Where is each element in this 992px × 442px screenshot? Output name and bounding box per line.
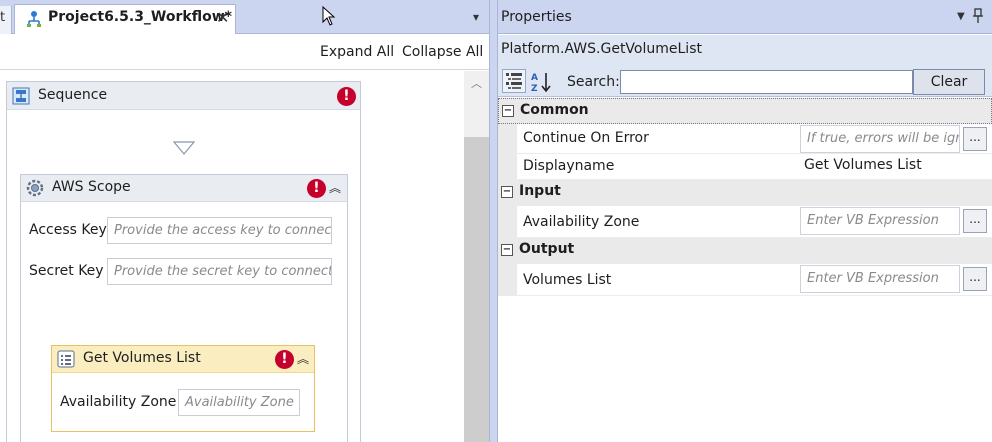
category-output[interactable]: − Output (498, 238, 992, 264)
access-key-label: Access Key (29, 222, 107, 238)
dropdown-icon[interactable]: ▼ (957, 11, 965, 22)
workflow-designer: t Project6.5.3_Workflow* ✕ ▾ Expand All … (0, 0, 489, 442)
drop-target-arrow-icon (173, 141, 195, 155)
panel-splitter[interactable] (489, 0, 498, 442)
get-volumes-list-header[interactable]: Get Volumes List ! ︽ (52, 346, 314, 373)
row-gutter (498, 154, 517, 180)
sequence-activity[interactable]: Sequence ! AWS Scope ! ︽ Access Key Prov… (6, 81, 361, 442)
scrollbar-thumb[interactable] (464, 137, 489, 442)
property-row-displayname[interactable]: Displayname Get Volumes List (498, 154, 992, 180)
collapse-icon[interactable]: ︽ (295, 352, 311, 368)
row-gutter (498, 124, 517, 154)
close-icon[interactable]: ✕ (216, 8, 229, 27)
category-input-label: Input (519, 183, 561, 199)
availability-zone-input[interactable]: Availability Zone (178, 389, 300, 416)
search-input[interactable] (620, 70, 913, 94)
error-icon[interactable]: ! (307, 179, 326, 198)
secret-key-label: Secret Key (29, 263, 104, 279)
aws-scope-header[interactable]: AWS Scope ! ︽ (21, 175, 347, 202)
availability-zone-label: Availability Zone (60, 394, 177, 410)
property-row-volumes-list[interactable]: Volumes List Enter VB Expression ... (498, 264, 992, 296)
gear-icon (26, 179, 44, 197)
svg-text:Z: Z (531, 84, 538, 94)
collapse-toggle-icon[interactable]: − (501, 186, 513, 198)
property-name: Continue On Error (523, 130, 649, 146)
search-label: Search: (567, 74, 620, 90)
alphabetical-sort-button[interactable]: A Z (529, 69, 553, 94)
sequence-title: Sequence (38, 87, 108, 103)
collapse-icon[interactable]: ︽ (327, 181, 343, 197)
category-common-label: Common (520, 102, 589, 118)
row-gutter (498, 264, 517, 296)
continue-on-error-input[interactable]: If true, errors will be ignored (800, 125, 960, 153)
scroll-up-icon[interactable]: ︿ (471, 75, 482, 91)
designer-vertical-scrollbar[interactable]: ︿ (464, 71, 489, 442)
error-icon[interactable]: ! (275, 350, 294, 369)
designer-toolbar: Expand All Collapse All (0, 35, 489, 70)
access-key-input[interactable]: Provide the access key to connect (107, 217, 332, 244)
category-common[interactable]: − Common (498, 98, 992, 124)
property-name: Availability Zone (523, 214, 640, 230)
category-input[interactable]: − Input (498, 180, 992, 206)
displayname-value[interactable]: Get Volumes List (804, 157, 922, 173)
sequence-header[interactable]: Sequence ! (7, 82, 360, 110)
properties-title: Properties (501, 9, 572, 25)
document-tab-bar: t Project6.5.3_Workflow* ✕ ▾ (0, 0, 489, 34)
ellipsis-button[interactable]: ... (963, 267, 987, 291)
categorized-view-button[interactable] (502, 69, 526, 93)
pin-icon[interactable] (972, 8, 984, 24)
get-volumes-list-activity[interactable]: Get Volumes List ! ︽ Availability Zone A… (51, 345, 315, 432)
get-volumes-list-title: Get Volumes List (83, 350, 201, 366)
property-row-continue-on-error[interactable]: Continue On Error If true, errors will b… (498, 124, 992, 154)
property-name: Displayname (523, 158, 615, 174)
availability-zone-expression-input[interactable]: Enter VB Expression (800, 207, 960, 235)
category-output-label: Output (519, 241, 575, 257)
error-icon[interactable]: ! (337, 87, 356, 106)
property-grid: − Common Continue On Error If true, erro… (498, 98, 992, 442)
volumes-list-expression-input[interactable]: Enter VB Expression (800, 265, 960, 293)
expand-all-link[interactable]: Expand All (320, 44, 394, 60)
tab-workflow-title: Project6.5.3_Workflow* (48, 9, 232, 25)
tab-menu-icon[interactable]: ▾ (473, 10, 479, 24)
tab-workflow[interactable]: Project6.5.3_Workflow* ✕ (14, 4, 236, 34)
properties-toolbar: A Z Search: Clear (498, 67, 992, 97)
selected-object-name: Platform.AWS.GetVolumeList (501, 41, 702, 57)
list-icon (57, 350, 75, 368)
tab-previous[interactable]: t (0, 6, 12, 34)
collapse-toggle-icon[interactable]: − (502, 105, 514, 117)
sort-az-icon: A Z (531, 73, 551, 94)
mouse-cursor-icon (322, 6, 336, 26)
clear-button[interactable]: Clear (913, 69, 985, 95)
property-row-availability-zone[interactable]: Availability Zone Enter VB Expression ..… (498, 206, 992, 238)
aws-scope-activity[interactable]: AWS Scope ! ︽ Access Key Provide the acc… (20, 174, 348, 442)
properties-titlebar: Properties ▼ (498, 0, 992, 34)
ellipsis-button[interactable]: ... (963, 209, 987, 233)
collapse-all-link[interactable]: Collapse All (402, 44, 483, 60)
workflow-icon (27, 11, 41, 27)
aws-scope-title: AWS Scope (52, 179, 131, 195)
svg-text:A: A (531, 73, 538, 83)
secret-key-input[interactable]: Provide the secret key to connect (107, 258, 332, 285)
sequence-icon (12, 87, 30, 105)
categorized-view-icon (506, 73, 522, 89)
tab-previous-label: t (0, 10, 6, 25)
collapse-toggle-icon[interactable]: − (501, 244, 513, 256)
row-gutter (498, 206, 517, 238)
properties-panel: Properties ▼ Platform.AWS.GetVolumeList … (498, 0, 992, 442)
ellipsis-button[interactable]: ... (963, 127, 987, 151)
property-name: Volumes List (523, 272, 612, 288)
selected-object-bar: Platform.AWS.GetVolumeList (498, 35, 992, 67)
